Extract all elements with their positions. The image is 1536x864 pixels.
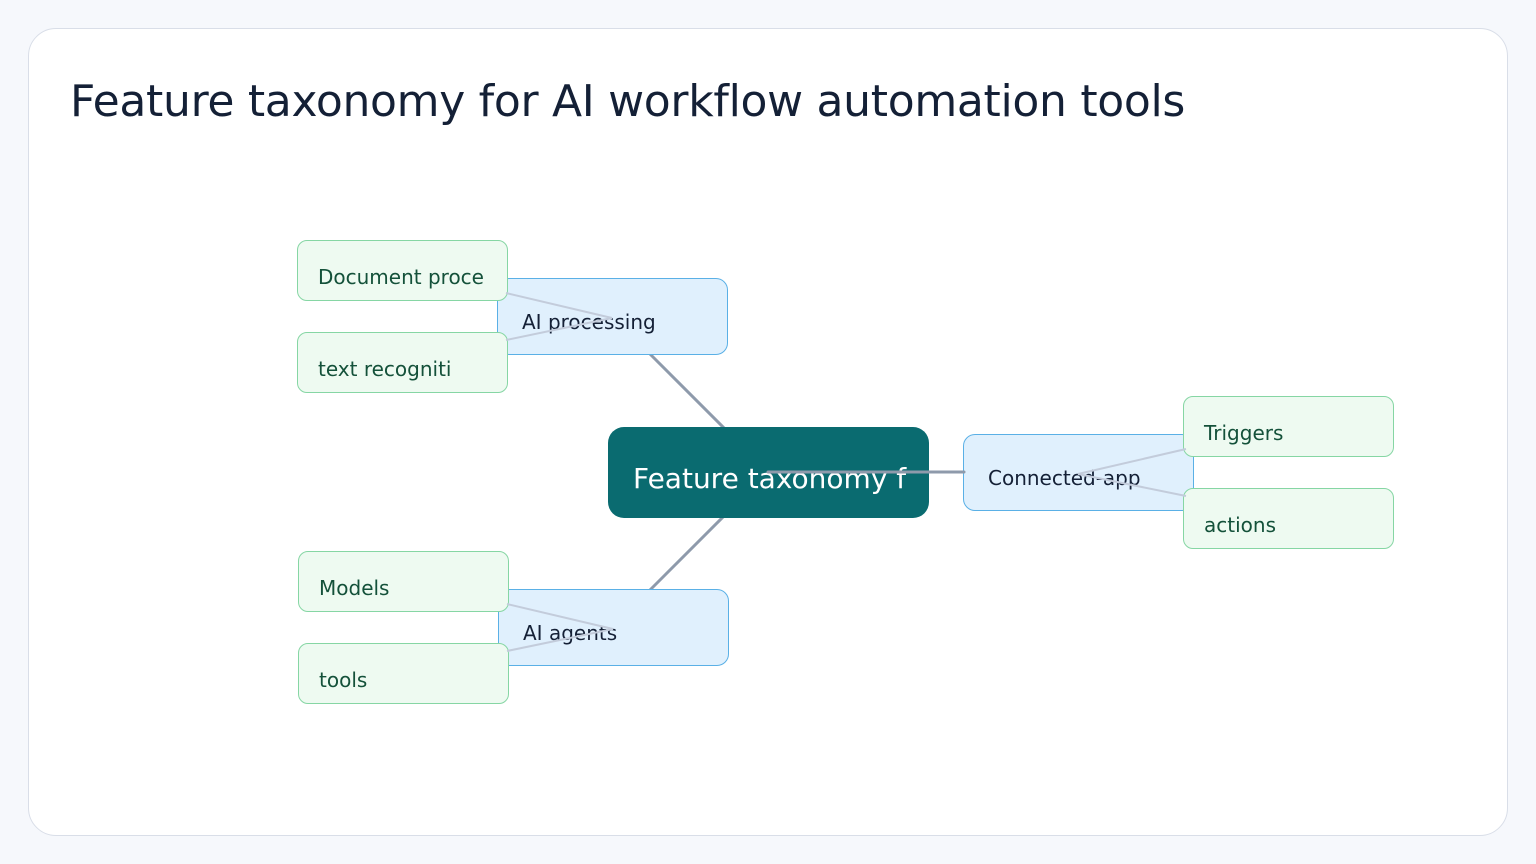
root-node-label: Feature taxonomy f: [633, 462, 907, 495]
leaf-node-triggers[interactable]: Triggers: [1183, 396, 1394, 457]
branch-node-connected-app[interactable]: Connected-app: [963, 434, 1194, 511]
leaf-node-label: Models: [319, 576, 390, 600]
leaf-node-label: text recogniti: [318, 357, 452, 381]
branch-node-label: Connected-app: [988, 466, 1141, 490]
leaf-node-tools[interactable]: tools: [298, 643, 509, 704]
branch-node-ai-agents[interactable]: AI agents: [498, 589, 729, 666]
branch-node-label: AI agents: [523, 621, 618, 645]
root-node[interactable]: Feature taxonomy f: [608, 427, 929, 518]
leaf-node-models[interactable]: Models: [298, 551, 509, 612]
branch-node-label: AI processing: [522, 310, 656, 334]
leaf-node-actions[interactable]: actions: [1183, 488, 1394, 549]
branch-node-ai-processing[interactable]: AI processing: [497, 278, 728, 355]
leaf-node-label: actions: [1204, 513, 1276, 537]
leaf-node-label: Triggers: [1204, 421, 1284, 445]
leaf-node-label: Document proce: [318, 265, 484, 289]
leaf-node-text-recogniti[interactable]: text recogniti: [297, 332, 508, 393]
leaf-node-document-proce[interactable]: Document proce: [297, 240, 508, 301]
leaf-node-label: tools: [319, 668, 368, 692]
